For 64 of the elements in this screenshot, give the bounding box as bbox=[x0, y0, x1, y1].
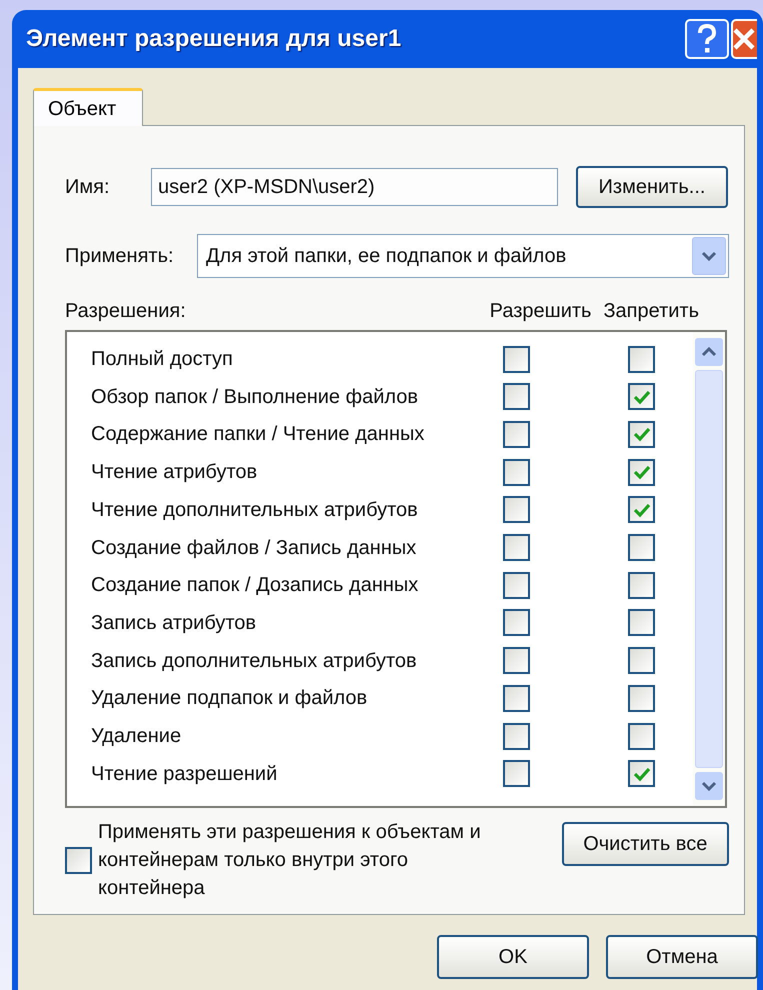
checkbox[interactable] bbox=[628, 534, 655, 561]
checkbox[interactable] bbox=[628, 346, 655, 372]
apply-inside-label: Применять эти разрешения к объектам и контейнерам только внутри этого контейнера bbox=[98, 820, 482, 901]
close-icon bbox=[733, 26, 755, 52]
permission-name: Создание папок / Дозапись данных bbox=[90, 573, 420, 598]
checkbox[interactable] bbox=[503, 420, 530, 448]
checkbox[interactable] bbox=[628, 383, 655, 410]
checkbox[interactable] bbox=[628, 722, 655, 750]
checkbox[interactable] bbox=[503, 458, 530, 486]
apply-label: Применять: bbox=[65, 244, 175, 269]
checkbox[interactable] bbox=[503, 684, 530, 712]
check-icon bbox=[632, 766, 650, 782]
checkbox[interactable] bbox=[628, 458, 655, 486]
checkbox[interactable] bbox=[628, 420, 655, 448]
permission-name: Удаление подпапок и файлов bbox=[90, 686, 368, 712]
window-title: Элемент разрешения для user1 bbox=[26, 24, 402, 54]
checkbox[interactable] bbox=[503, 760, 530, 788]
permission-name: Чтение дополнительных атрибутов bbox=[90, 498, 419, 523]
permission-name: Чтение разрешений bbox=[90, 762, 278, 787]
checkbox[interactable] bbox=[628, 609, 655, 636]
permissions-label: Разрешения: bbox=[65, 299, 187, 324]
checkbox[interactable] bbox=[628, 496, 655, 524]
permission-name: Запись дополнительных атрибутов bbox=[90, 648, 418, 674]
checkbox[interactable] bbox=[503, 722, 530, 750]
permission-name: Удаление bbox=[90, 724, 182, 749]
checkbox[interactable] bbox=[628, 572, 655, 599]
scroll-down-icon[interactable] bbox=[695, 772, 723, 800]
permission-name: Запись атрибутов bbox=[90, 610, 258, 636]
permission-name: Создание файлов / Запись данных bbox=[90, 536, 418, 560]
tab[interactable]: Объект bbox=[33, 88, 143, 126]
permission-name: Содержание папки / Чтение данных bbox=[90, 422, 426, 448]
change-button[interactable]: Изменить... bbox=[576, 166, 728, 208]
cancel-button[interactable]: Отмена bbox=[606, 935, 758, 979]
checkbox[interactable] bbox=[65, 846, 92, 874]
check-icon bbox=[632, 502, 650, 518]
checkbox[interactable] bbox=[628, 684, 655, 712]
permission-name: Чтение атрибутов bbox=[90, 460, 258, 486]
checkbox[interactable] bbox=[503, 647, 530, 674]
checkbox[interactable] bbox=[503, 572, 530, 599]
checkbox[interactable] bbox=[503, 496, 530, 524]
checkbox[interactable] bbox=[503, 609, 530, 636]
checkbox[interactable] bbox=[503, 534, 530, 561]
check-icon bbox=[632, 464, 650, 480]
permission-name: Полный доступ bbox=[90, 347, 234, 372]
checkbox[interactable] bbox=[628, 760, 655, 788]
permission-name: Обзор папок / Выполнение файлов bbox=[90, 384, 420, 410]
scrollbar[interactable] bbox=[693, 332, 725, 806]
name-label: Имя: bbox=[65, 175, 111, 200]
name-field[interactable]: user2 (XP-MSDN\user2) bbox=[151, 168, 558, 206]
checkbox[interactable] bbox=[503, 346, 530, 372]
clear-all-button[interactable]: Очистить все bbox=[562, 822, 729, 866]
scroll-up-icon[interactable] bbox=[695, 338, 723, 366]
checkbox[interactable] bbox=[628, 647, 655, 674]
checkbox[interactable] bbox=[503, 383, 530, 410]
help-button[interactable] bbox=[685, 19, 729, 59]
ok-button[interactable]: OK bbox=[437, 935, 589, 979]
check-icon bbox=[632, 388, 650, 405]
scroll-thumb[interactable] bbox=[695, 370, 723, 768]
column-header: Разрешить bbox=[490, 299, 592, 324]
column-header: Запретить bbox=[603, 299, 699, 324]
check-icon bbox=[632, 426, 650, 442]
apply-dropdown[interactable]: Для этой папки, ее подпапок и файлов bbox=[197, 234, 729, 278]
help-icon bbox=[696, 24, 718, 54]
close-button[interactable] bbox=[731, 19, 757, 59]
